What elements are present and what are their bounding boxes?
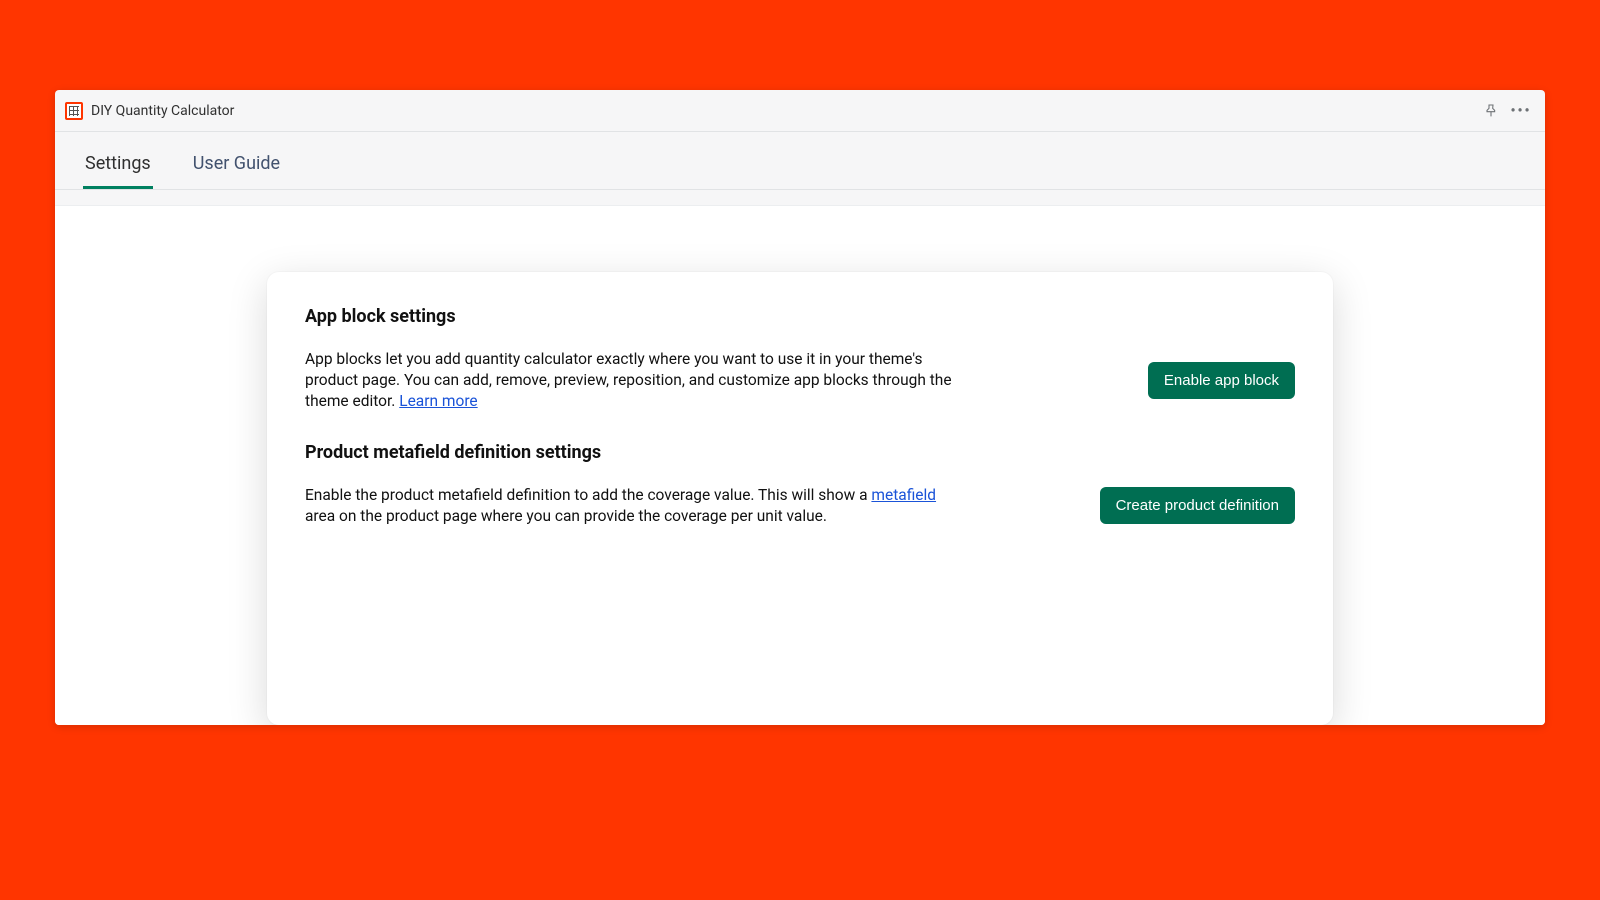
create-product-definition-button[interactable]: Create product definition bbox=[1100, 487, 1295, 524]
metafield-desc-post: area on the product page where you can p… bbox=[305, 507, 827, 525]
app-window: DIY Quantity Calculator ••• Settings Use… bbox=[55, 90, 1545, 725]
metafield-settings-row: Enable the product metafield definition … bbox=[305, 485, 1295, 527]
settings-card: App block settings App blocks let you ad… bbox=[267, 272, 1333, 725]
app-block-settings-desc: App blocks let you add quantity calculat… bbox=[305, 349, 965, 412]
metafield-desc-pre: Enable the product metafield definition … bbox=[305, 486, 871, 504]
app-title: DIY Quantity Calculator bbox=[91, 103, 234, 119]
more-button[interactable]: ••• bbox=[1507, 97, 1535, 125]
tab-user-guide[interactable]: User Guide bbox=[191, 139, 282, 189]
metafield-settings-title: Product metafield definition settings bbox=[305, 442, 1295, 463]
enable-app-block-button[interactable]: Enable app block bbox=[1148, 362, 1295, 399]
app-block-settings-row: App blocks let you add quantity calculat… bbox=[305, 349, 1295, 412]
app-icon bbox=[65, 102, 83, 120]
metafield-settings-desc: Enable the product metafield definition … bbox=[305, 485, 965, 527]
pin-button[interactable] bbox=[1477, 97, 1505, 125]
learn-more-link[interactable]: Learn more bbox=[399, 392, 477, 410]
tabs: Settings User Guide bbox=[55, 132, 1545, 190]
pin-icon bbox=[1483, 103, 1499, 119]
tab-settings[interactable]: Settings bbox=[83, 139, 153, 189]
more-icon: ••• bbox=[1510, 104, 1531, 118]
content-area: App block settings App blocks let you ad… bbox=[55, 205, 1545, 725]
app-block-settings-title: App block settings bbox=[305, 306, 1295, 327]
app-header: DIY Quantity Calculator ••• bbox=[55, 90, 1545, 132]
metafield-link[interactable]: metafield bbox=[871, 486, 936, 504]
